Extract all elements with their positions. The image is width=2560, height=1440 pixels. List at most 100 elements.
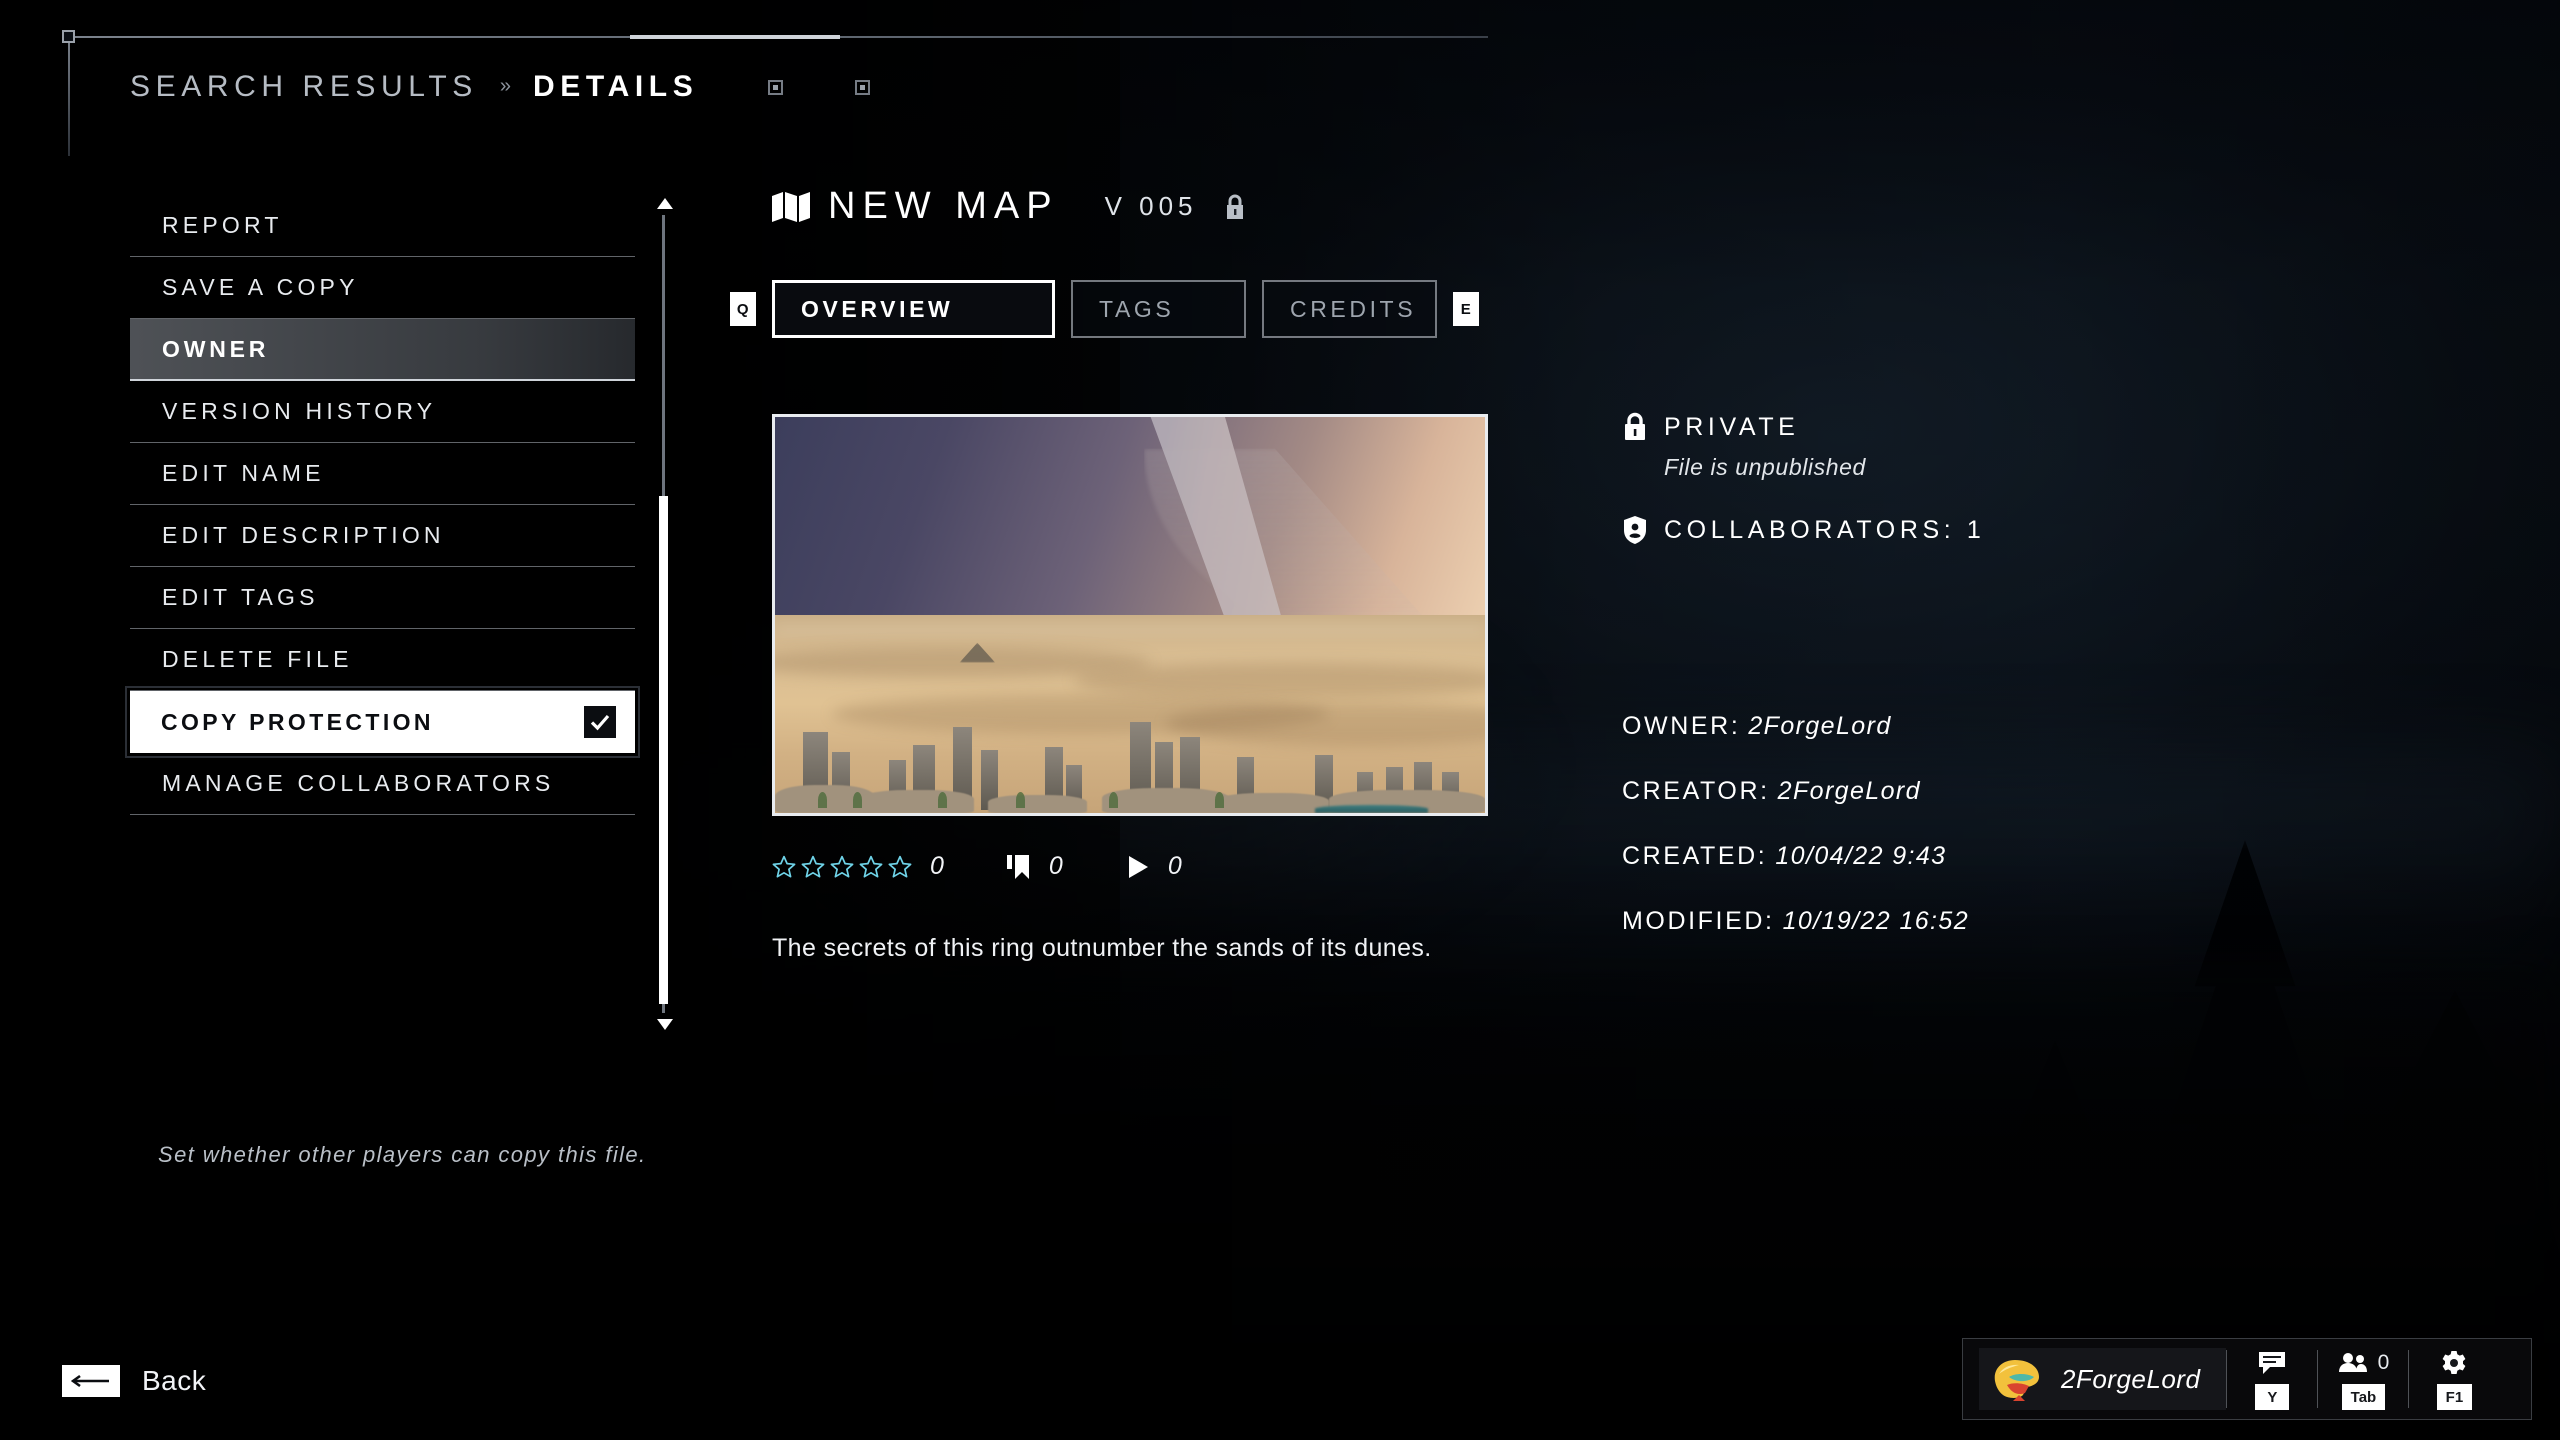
player-emblem-icon xyxy=(1989,1355,2043,1403)
file-actions-menu: REPORT SAVE A COPY OWNER VERSION HISTORY EDI… xyxy=(125,195,640,815)
scroll-down-arrow-icon[interactable] xyxy=(657,1019,673,1030)
rating-star-icon[interactable] xyxy=(830,855,854,879)
back-button[interactable]: Back xyxy=(62,1365,206,1397)
menu-item-label: VERSION HISTORY xyxy=(162,398,437,424)
map-thumbnail[interactable] xyxy=(772,414,1488,816)
settings-key-hint: F1 xyxy=(2436,1384,2473,1410)
visibility-label: PRIVATE xyxy=(1664,412,1800,441)
forge-file-details-screen: SEARCH RESULTS » DETAILS REPORT SAVE A CO… xyxy=(0,0,2560,1440)
back-label: Back xyxy=(142,1365,207,1396)
bookmark-count: 0 xyxy=(1048,852,1064,880)
menu-scrollbar[interactable] xyxy=(655,198,673,1030)
publish-status: File is unpublished xyxy=(1664,454,1866,480)
ruins-silhouettes xyxy=(775,686,1485,813)
map-name: NEW MAP xyxy=(828,185,1059,227)
tab-credits[interactable]: CREDITS xyxy=(1262,280,1437,338)
rating-stars[interactable] xyxy=(772,855,912,879)
menu-item-label: EDIT NAME xyxy=(162,460,325,486)
menu-item-manage-collaborators[interactable]: MANAGE COLLABORATORS xyxy=(130,753,635,815)
page-indicator-icon xyxy=(768,79,784,95)
menu-item-report[interactable]: REPORT xyxy=(130,195,635,257)
menu-item-save-a-copy[interactable]: SAVE A COPY xyxy=(130,257,635,319)
lock-icon xyxy=(1224,194,1246,220)
scrollbar-thumb[interactable] xyxy=(659,496,668,1004)
breadcrumb-separator-icon: » xyxy=(499,74,512,97)
menu-item-edit-name[interactable]: EDIT NAME xyxy=(130,443,635,505)
tab-tags[interactable]: TAGS xyxy=(1071,280,1246,338)
meta-label: OWNER: xyxy=(1622,712,1741,740)
menu-item-label: COPY PROTECTION xyxy=(161,708,434,735)
play-icon xyxy=(1126,854,1150,880)
bookmark-icon xyxy=(1006,854,1031,880)
header-page-indicators xyxy=(768,79,871,95)
chat-key-hint: Y xyxy=(2255,1384,2290,1410)
rating-star-icon[interactable] xyxy=(801,855,825,879)
meta-value: 2ForgeLord xyxy=(1748,712,1892,740)
menu-item-label: OWNER xyxy=(162,335,270,362)
meta-label: CREATED: xyxy=(1622,842,1768,870)
player-name: 2ForgeLord xyxy=(2061,1363,2201,1394)
roster-key-hint: Tab xyxy=(2341,1384,2386,1410)
lock-icon xyxy=(1622,412,1648,442)
play-stat: 0 xyxy=(1126,852,1183,881)
menu-item-edit-description[interactable]: EDIT DESCRIPTION xyxy=(130,505,635,567)
tab-credits-label: CREDITS xyxy=(1290,295,1417,322)
gear-icon xyxy=(2441,1350,2467,1376)
tab-prev-key-hint: Q xyxy=(730,292,756,326)
settings-button[interactable]: F1 xyxy=(2409,1338,2499,1420)
tab-next-key-hint: E xyxy=(1453,292,1479,326)
menu-item-label: REPORT xyxy=(162,212,283,238)
menu-item-label: DELETE FILE xyxy=(162,646,353,672)
map-thumbnail-art xyxy=(775,417,1485,813)
chat-icon xyxy=(2258,1351,2286,1375)
chat-button[interactable]: Y xyxy=(2227,1338,2317,1420)
collaborators-label: COLLABORATORS: 1 xyxy=(1664,515,1986,544)
menu-item-version-history[interactable]: VERSION HISTORY xyxy=(130,381,635,443)
tab-overview[interactable]: OVERVIEW xyxy=(772,280,1055,338)
map-description: The secrets of this ring outnumber the s… xyxy=(772,934,1432,962)
menu-item-owner[interactable]: OWNER xyxy=(130,319,635,381)
play-count: 0 xyxy=(1167,852,1183,880)
roster-button[interactable]: 0 Tab xyxy=(2318,1338,2408,1420)
menu-item-edit-tags[interactable]: EDIT TAGS xyxy=(130,567,635,629)
meta-value: 2ForgeLord xyxy=(1777,777,1921,805)
meta-label: MODIFIED: xyxy=(1622,907,1775,935)
player-status-bar: 2ForgeLord Y 0 Tab F1 xyxy=(1962,1338,2532,1420)
meta-row: MODIFIED: 10/19/22 16:52 xyxy=(1622,907,1969,936)
meta-value: 10/19/22 16:52 xyxy=(1782,907,1969,935)
player-card[interactable]: 2ForgeLord xyxy=(1979,1348,2227,1410)
meta-label: CREATOR: xyxy=(1622,777,1770,805)
rating-star-icon[interactable] xyxy=(772,855,796,879)
breadcrumb-parent[interactable]: SEARCH RESULTS xyxy=(130,70,478,104)
map-header: NEW MAP V 005 xyxy=(772,185,1246,228)
menu-hint-text: Set whether other players can copy this … xyxy=(158,1142,647,1167)
map-icon xyxy=(772,191,810,222)
meta-row: CREATED: 10/04/22 9:43 xyxy=(1622,842,1969,871)
menu-item-label: EDIT TAGS xyxy=(162,584,319,610)
map-stats: 0 0 0 xyxy=(772,852,1183,881)
menu-item-label: SAVE A COPY xyxy=(162,274,359,300)
rating-count: 0 xyxy=(930,852,945,880)
map-version: V 005 xyxy=(1104,191,1198,221)
tab-tags-label: TAGS xyxy=(1099,295,1175,322)
menu-item-delete-file[interactable]: DELETE FILE xyxy=(130,629,635,691)
visibility-info: PRIVATE File is unpublished COLLABORATOR… xyxy=(1622,412,1985,545)
rating-star-icon[interactable] xyxy=(859,855,883,879)
rating-star-icon[interactable] xyxy=(888,855,912,879)
back-key-hint xyxy=(62,1365,120,1397)
meta-row: OWNER: 2ForgeLord xyxy=(1622,712,1969,741)
collaborators-shield-icon xyxy=(1622,515,1648,545)
frame-node-icon xyxy=(62,30,75,43)
meta-value: 10/04/22 9:43 xyxy=(1775,842,1947,870)
copy-protection-checkbox[interactable] xyxy=(584,706,616,738)
roster-count: 0 xyxy=(2377,1351,2390,1374)
breadcrumb: SEARCH RESULTS » DETAILS xyxy=(130,70,871,104)
breadcrumb-current: DETAILS xyxy=(533,70,699,103)
menu-item-label: MANAGE COLLABORATORS xyxy=(162,770,555,796)
menu-item-copy-protection[interactable]: COPY PROTECTION xyxy=(125,686,640,758)
tab-overview-label: OVERVIEW xyxy=(801,295,954,322)
scroll-up-arrow-icon[interactable] xyxy=(657,198,673,209)
menu-item-label: EDIT DESCRIPTION xyxy=(162,522,445,548)
file-metadata: OWNER: 2ForgeLord CREATOR: 2ForgeLord CREATE… xyxy=(1622,712,1969,972)
bookmark-stat: 0 xyxy=(1006,852,1064,881)
